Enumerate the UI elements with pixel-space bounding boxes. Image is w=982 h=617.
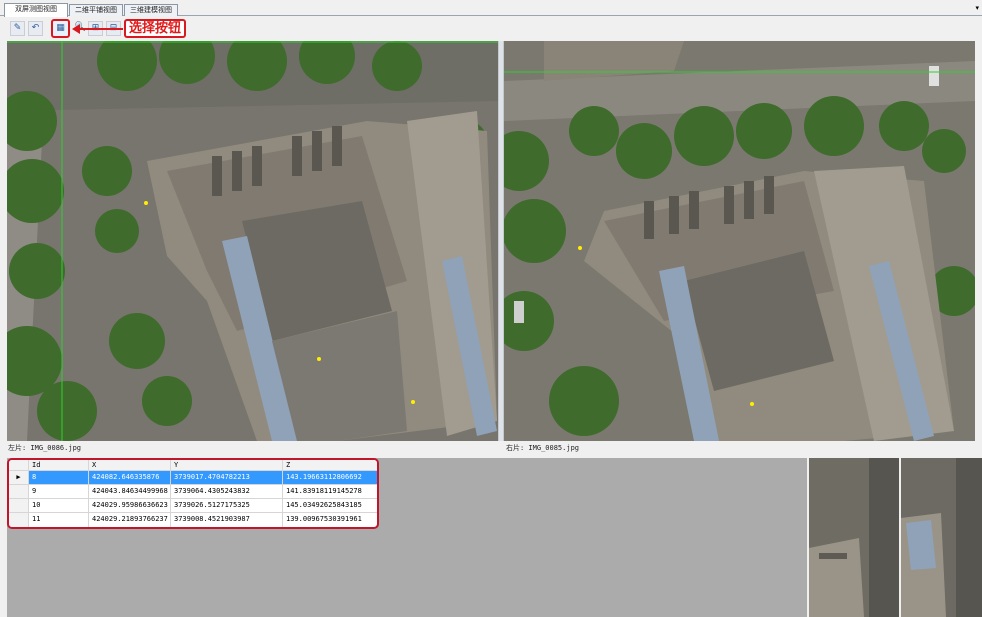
- right-image-caption: 右片: IMG_0085.jpg: [506, 444, 580, 452]
- right-image-pane[interactable]: [504, 41, 975, 441]
- toolbar: ✎ ↶ ▦ 🔍 ⊞ ⊟ 选择按钮: [0, 17, 982, 39]
- tab-2d-tile[interactable]: 二维平铺视图: [69, 4, 123, 16]
- view-tab-bar: 双屏测图视图 二维平铺视图 三维建模视图 ▾: [0, 0, 982, 17]
- callout-arrow: [79, 28, 123, 30]
- left-aerial-image: [7, 41, 498, 441]
- right-aerial-image: [504, 41, 975, 441]
- edit-icon[interactable]: ✎: [10, 21, 25, 36]
- tab-dual-screen[interactable]: 双屏测图视图: [4, 3, 68, 17]
- table-row[interactable]: 10 424029.95986636623 3739026.5127175325…: [9, 499, 377, 513]
- row-pointer-icon: ▶: [9, 471, 29, 484]
- undo-icon[interactable]: ↶: [28, 21, 43, 36]
- column-header-x[interactable]: X: [89, 460, 171, 470]
- select-button-callout: 选择按钮: [124, 19, 187, 38]
- column-header-id[interactable]: Id: [29, 460, 89, 470]
- left-image-caption: 左片: IMG_0086.jpg: [8, 444, 82, 452]
- tab-dropdown-icon[interactable]: ▾: [975, 4, 979, 12]
- thumbnail-left[interactable]: [809, 458, 899, 617]
- table-row[interactable]: ▶ 8 424082.646335876 3739017.4704782213 …: [9, 471, 377, 485]
- select-grid-icon[interactable]: ▦: [51, 19, 70, 38]
- thumbnail-right[interactable]: [901, 458, 982, 617]
- table-header: Id X Y Z: [9, 460, 377, 471]
- app-window: 双屏测图视图 二维平铺视图 三维建模视图 ▾ ✎ ↶ ▦ 🔍 ⊞ ⊟ 选择按钮: [0, 0, 982, 617]
- tab-3d-model[interactable]: 三维建模视图: [124, 4, 178, 16]
- points-table: Id X Y Z ▶ 8 424082.646335876 3739017.47…: [7, 458, 379, 529]
- column-header-z[interactable]: Z: [283, 460, 377, 470]
- table-row[interactable]: 9 424043.84634499968 3739064.4305243832 …: [9, 485, 377, 499]
- column-header-y[interactable]: Y: [171, 460, 283, 470]
- left-image-pane[interactable]: [7, 41, 498, 441]
- table-row[interactable]: 11 424029.21893766237 3739008.4521903987…: [9, 513, 377, 527]
